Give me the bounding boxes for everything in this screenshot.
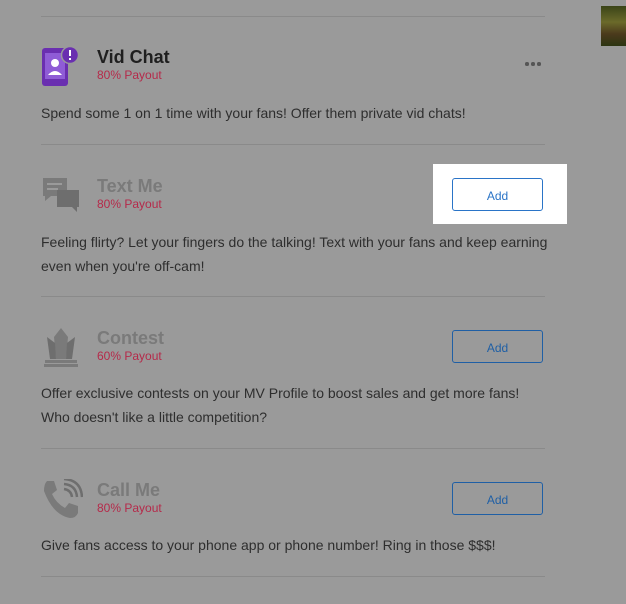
- vid-chat-icon: [41, 45, 81, 86]
- item-description: Spend some 1 on 1 time with your fans! O…: [41, 105, 466, 121]
- add-call-me-button[interactable]: Add: [452, 482, 543, 515]
- add-text-me-button[interactable]: Add: [452, 178, 543, 211]
- item-description: Offer exclusive contests on your MV Prof…: [41, 385, 520, 425]
- divider: [41, 16, 545, 17]
- divider: [41, 576, 545, 577]
- chat-bubbles-icon: [41, 175, 81, 215]
- item-title: Vid Chat: [97, 47, 170, 67]
- add-contest-button[interactable]: Add: [452, 330, 543, 363]
- divider: [41, 296, 545, 297]
- crown-icon: [41, 327, 81, 367]
- phone-icon: [41, 477, 84, 519]
- more-options-icon[interactable]: [525, 62, 541, 68]
- thumbnail-image: [601, 6, 626, 46]
- item-description: Give fans access to your phone app or ph…: [41, 537, 496, 553]
- item-payout: 80% Payout: [97, 68, 162, 82]
- item-description: Feeling flirty? Let your fingers do the …: [41, 234, 548, 274]
- item-title: Call Me: [97, 480, 161, 500]
- divider: [41, 144, 545, 145]
- item-payout: 80% Payout: [97, 197, 162, 211]
- divider: [41, 448, 545, 449]
- item-payout: 80% Payout: [97, 501, 162, 515]
- list-item-vid-chat: Vid Chat 80% Payout Spend some 1 on 1 ti…: [41, 45, 545, 126]
- item-title: Contest: [97, 328, 164, 348]
- item-payout: 60% Payout: [97, 349, 162, 363]
- item-title: Text Me: [97, 176, 163, 196]
